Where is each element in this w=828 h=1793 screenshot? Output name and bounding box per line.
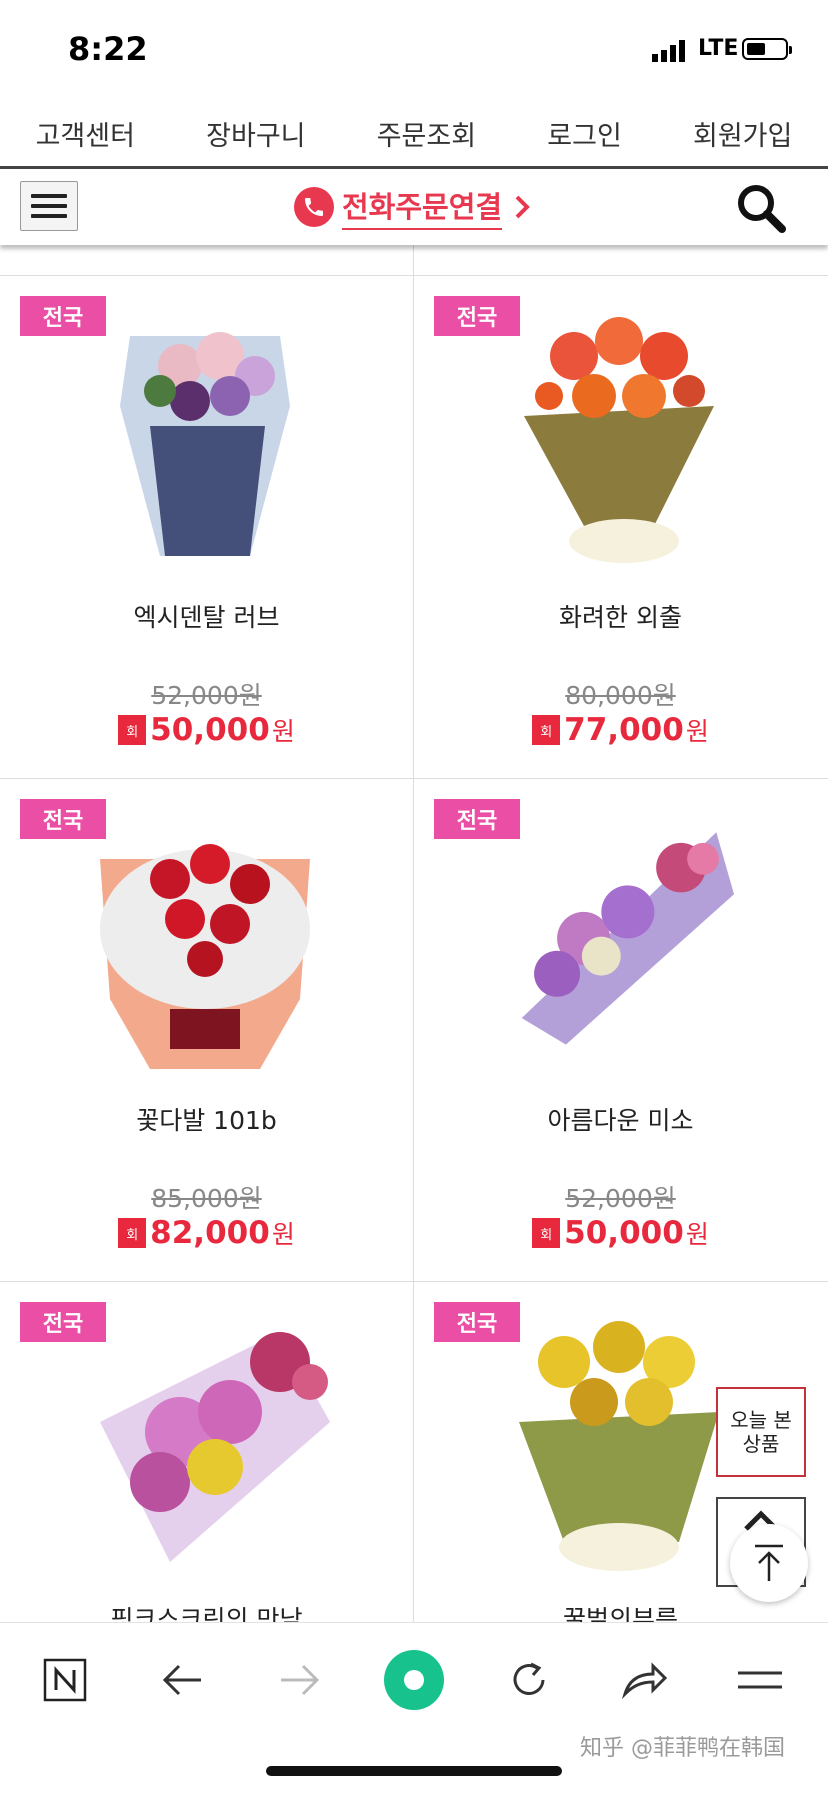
nav-login[interactable]: 로그인 — [547, 114, 622, 153]
top-nav: 고객센터 장바구니 주문조회 로그인 회원가입 — [0, 100, 828, 166]
original-price: 85,000원 — [151, 1184, 262, 1213]
battery-icon — [742, 38, 792, 60]
menu-icon[interactable] — [725, 1645, 795, 1715]
price-amount: 82,000 — [150, 1215, 270, 1251]
product-card[interactable]: 전국 화려한 외출 80,000원 회 77,000 원 — [414, 276, 827, 779]
hamburger-menu-button[interactable] — [20, 181, 78, 231]
product-image — [100, 1332, 330, 1562]
price-amount: 77,000 — [564, 712, 684, 748]
sale-tag: 회 — [532, 1218, 561, 1248]
forward-arrow-icon[interactable] — [264, 1645, 334, 1715]
phone-order-label: 전화주문연결 — [342, 184, 503, 230]
product-card[interactable]: 전국 엑시덴탈 러브 52,000원 회 50,000 원 — [0, 276, 413, 779]
naver-n-icon[interactable] — [30, 1645, 100, 1715]
product-image — [100, 844, 310, 1069]
sale-tag: 회 — [118, 1218, 147, 1248]
scroll-to-top-button[interactable] — [730, 1524, 808, 1602]
price-amount: 50,000 — [564, 1215, 684, 1251]
nav-cart[interactable]: 장바구니 — [206, 114, 305, 153]
sale-price: 회 82,000 원 — [0, 1215, 413, 1251]
original-price: 52,000원 — [151, 681, 262, 710]
product-image — [120, 332, 290, 556]
watermark: 知乎 @菲菲鸭在韩国 — [580, 1736, 785, 1761]
phone-order-link[interactable]: 전화주문연결 — [294, 183, 530, 231]
original-price: 52,000원 — [565, 1184, 676, 1213]
nav-order-lookup[interactable]: 주문조회 — [377, 114, 476, 153]
share-icon[interactable] — [610, 1645, 680, 1715]
product-card[interactable]: 전국 꽃다발 101b 85,000원 회 82,000 원 — [0, 779, 413, 1282]
original-price: 80,000원 — [565, 681, 676, 710]
green-home-icon[interactable] — [379, 1645, 449, 1715]
nav-signup[interactable]: 회원가입 — [693, 114, 792, 153]
sale-price: 회 50,000 원 — [414, 1215, 827, 1251]
product-name: 아름다운 미소 — [547, 1106, 694, 1135]
price-amount: 50,000 — [150, 712, 270, 748]
sale-price: 회 50,000 원 — [0, 712, 413, 748]
product-name: 엑시덴탈 러브 — [133, 603, 280, 632]
product-image — [524, 317, 714, 563]
price-currency: 원 — [685, 717, 709, 746]
price-currency: 원 — [685, 1220, 709, 1249]
back-arrow-icon[interactable] — [148, 1645, 218, 1715]
nav-customer-center[interactable]: 고객센터 — [36, 114, 135, 153]
arrow-up-icon — [755, 1544, 783, 1581]
chevron-right-icon — [515, 195, 530, 219]
network-label: LTE — [698, 36, 739, 61]
sale-tag: 회 — [118, 715, 147, 745]
product-name: 꽃다발 101b — [136, 1106, 277, 1135]
product-image — [521, 832, 734, 1045]
refresh-icon[interactable] — [494, 1645, 564, 1715]
status-bar: 8:22 LTE — [0, 0, 828, 100]
product-name: 화려한 외출 — [559, 603, 682, 632]
signal-icon — [652, 40, 685, 62]
price-currency: 원 — [271, 717, 295, 746]
product-name: 핑크스크린의 만남 — [110, 1605, 303, 1622]
sale-price: 회 77,000 원 — [414, 712, 827, 748]
phone-icon — [294, 187, 334, 227]
sale-tag: 회 — [532, 715, 561, 745]
clock: 8:22 — [68, 30, 148, 68]
product-image — [519, 1321, 719, 1571]
product-name: 꿀벌의부름 — [562, 1605, 678, 1622]
product-card[interactable]: 전국 핑크스크린의 만남 — [0, 1282, 413, 1622]
header-bar: 전화주문연결 — [0, 169, 828, 245]
product-card[interactable]: 전국 아름다운 미소 52,000원 회 50,000 원 — [414, 779, 827, 1282]
search-icon[interactable] — [734, 181, 788, 235]
home-indicator — [266, 1766, 562, 1776]
recently-viewed-button[interactable]: 오늘 본 상품 — [716, 1387, 806, 1477]
price-currency: 원 — [271, 1220, 295, 1249]
